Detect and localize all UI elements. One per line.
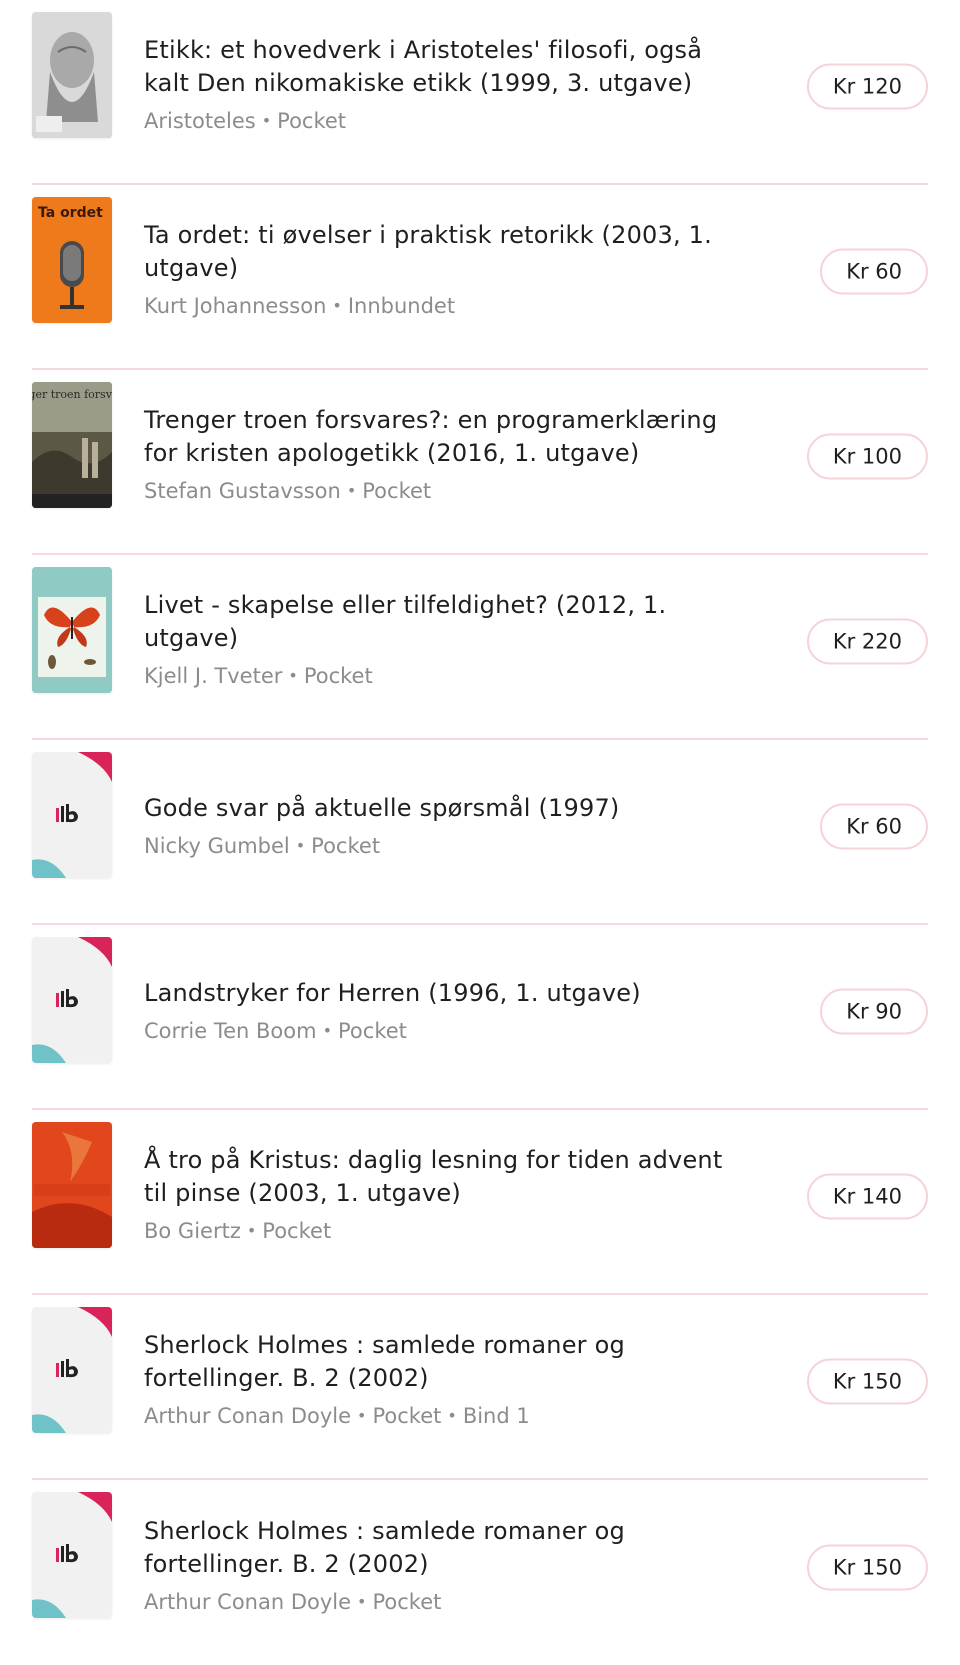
book-format: Innbundet xyxy=(347,293,456,318)
list-item[interactable]: Sherlock Holmes : samlede romaner og for… xyxy=(32,1480,928,1665)
book-author: Nicky Gumbel xyxy=(144,833,290,858)
placeholder-logo-icon xyxy=(32,1307,112,1433)
book-title[interactable]: Landstryker for Herren (1996, 1. utgave) xyxy=(144,977,744,1010)
list-item[interactable]: Etikk: et hovedverk i Aristoteles' filos… xyxy=(32,0,928,185)
list-item[interactable]: Sherlock Holmes : samlede romaner og for… xyxy=(32,1295,928,1480)
bullet-separator: • xyxy=(357,1591,367,1611)
placeholder-logo-icon xyxy=(32,1492,112,1618)
cover-title-text: Ta ordet xyxy=(38,205,103,221)
painting-icon: Trenger troen forsvares? xyxy=(32,382,112,508)
book-cover[interactable] xyxy=(32,937,112,1063)
book-meta: Bo Giertz • Pocket xyxy=(144,1215,744,1247)
book-info: Livet - skapelse eller tilfeldighet? (20… xyxy=(144,588,744,692)
book-format: Pocket xyxy=(262,1218,332,1243)
placeholder-logo-icon xyxy=(32,752,112,878)
book-meta: Kjell J. Tveter • Pocket xyxy=(144,660,744,692)
price-button[interactable]: Kr 220 xyxy=(806,617,928,664)
book-format: Pocket xyxy=(311,833,381,858)
book-author: Arthur Conan Doyle xyxy=(144,1403,352,1428)
book-title[interactable]: Ta ordet: ti øvelser i praktisk retorikk… xyxy=(144,218,744,284)
book-cover[interactable]: Trenger troen forsvares? xyxy=(32,382,112,508)
book-info: Sherlock Holmes : samlede romaner og for… xyxy=(144,1514,744,1618)
book-meta: Arthur Conan Doyle • Pocket • Bind 1 xyxy=(144,1400,744,1432)
red-painting-icon xyxy=(32,1122,112,1248)
book-title[interactable]: Trenger troen forsvares?: en programerkl… xyxy=(144,403,744,469)
book-list: Etikk: et hovedverk i Aristoteles' filos… xyxy=(0,0,960,1665)
book-info: Gode svar på aktuelle spørsmål (1997) Ni… xyxy=(144,792,744,863)
bullet-separator: • xyxy=(261,110,272,130)
book-author: Kjell J. Tveter xyxy=(144,663,283,688)
book-meta: Corrie Ten Boom • Pocket xyxy=(144,1016,744,1048)
placeholder-logo-icon xyxy=(32,937,112,1063)
book-meta: Nicky Gumbel • Pocket xyxy=(144,831,744,863)
price-button[interactable]: Kr 120 xyxy=(806,62,928,109)
price-button[interactable]: Kr 60 xyxy=(820,247,928,294)
book-cover[interactable] xyxy=(32,567,112,693)
book-title[interactable]: Sherlock Holmes : samlede romaner og for… xyxy=(144,1514,744,1580)
bullet-separator: • xyxy=(346,480,357,500)
book-meta: Stefan Gustavsson • Pocket xyxy=(144,475,744,507)
price-button[interactable]: Kr 100 xyxy=(806,432,928,479)
book-info: Trenger troen forsvares?: en programerkl… xyxy=(144,403,744,507)
book-volume: Bind 1 xyxy=(462,1403,530,1428)
price-button[interactable]: Kr 90 xyxy=(820,987,928,1034)
book-cover[interactable] xyxy=(32,1492,112,1618)
bullet-separator: • xyxy=(295,835,306,855)
book-info: Sherlock Holmes : samlede romaner og for… xyxy=(144,1328,744,1432)
book-meta: Arthur Conan Doyle • Pocket xyxy=(144,1586,744,1618)
butterfly-icon xyxy=(32,567,112,693)
book-cover[interactable] xyxy=(32,12,112,138)
book-cover[interactable] xyxy=(32,752,112,878)
list-item[interactable]: Å tro på Kristus: daglig lesning for tid… xyxy=(32,1110,928,1295)
book-title[interactable]: Gode svar på aktuelle spørsmål (1997) xyxy=(144,792,744,825)
list-item[interactable]: Gode svar på aktuelle spørsmål (1997) Ni… xyxy=(32,740,928,925)
book-cover[interactable]: Ta ordet xyxy=(32,197,112,323)
price-button[interactable]: Kr 150 xyxy=(806,1543,928,1590)
book-format: Pocket xyxy=(362,478,432,503)
list-item[interactable]: Landstryker for Herren (1996, 1. utgave)… xyxy=(32,925,928,1110)
list-item[interactable]: Ta ordet Ta ordet: ti øvelser i praktisk… xyxy=(32,185,928,370)
book-info: Å tro på Kristus: daglig lesning for tid… xyxy=(144,1143,744,1247)
book-cover[interactable] xyxy=(32,1122,112,1248)
book-meta: Kurt Johannesson • Innbundet xyxy=(144,290,744,322)
aristoteles-bust-icon xyxy=(32,12,112,138)
book-author: Corrie Ten Boom xyxy=(144,1018,317,1043)
book-author: Kurt Johannesson xyxy=(144,293,327,318)
cover-title-text: Trenger troen forsvares? xyxy=(32,388,112,401)
list-item[interactable]: Trenger troen forsvares? Trenger troen f… xyxy=(32,370,928,555)
bullet-separator: • xyxy=(288,665,298,685)
list-item[interactable]: Livet - skapelse eller tilfeldighet? (20… xyxy=(32,555,928,740)
book-author: Bo Giertz xyxy=(144,1218,241,1243)
book-title[interactable]: Livet - skapelse eller tilfeldighet? (20… xyxy=(144,588,744,654)
book-title[interactable]: Etikk: et hovedverk i Aristoteles' filos… xyxy=(144,33,744,99)
price-button[interactable]: Kr 60 xyxy=(820,802,928,849)
book-format: Pocket xyxy=(277,108,347,133)
price-button[interactable]: Kr 150 xyxy=(806,1357,928,1404)
bullet-separator: • xyxy=(322,1020,333,1040)
bullet-separator: • xyxy=(357,1405,367,1425)
bullet-separator: • xyxy=(447,1405,457,1425)
bullet-separator: • xyxy=(246,1220,257,1240)
bullet-separator: • xyxy=(332,295,342,315)
book-title[interactable]: Sherlock Holmes : samlede romaner og for… xyxy=(144,1328,744,1394)
book-format: Pocket xyxy=(303,663,373,688)
book-author: Stefan Gustavsson xyxy=(144,478,341,503)
book-author: Aristoteles xyxy=(144,108,256,133)
book-cover[interactable] xyxy=(32,1307,112,1433)
book-info: Etikk: et hovedverk i Aristoteles' filos… xyxy=(144,33,744,137)
price-button[interactable]: Kr 140 xyxy=(806,1172,928,1219)
book-format: Pocket xyxy=(372,1589,442,1614)
book-author: Arthur Conan Doyle xyxy=(144,1589,352,1614)
microphone-icon: Ta ordet xyxy=(32,197,112,323)
book-meta: Aristoteles • Pocket xyxy=(144,105,744,137)
book-format: Pocket xyxy=(338,1018,407,1043)
book-title[interactable]: Å tro på Kristus: daglig lesning for tid… xyxy=(144,1143,744,1209)
book-info: Ta ordet: ti øvelser i praktisk retorikk… xyxy=(144,218,744,322)
book-format: Pocket xyxy=(372,1403,442,1428)
book-info: Landstryker for Herren (1996, 1. utgave)… xyxy=(144,977,744,1048)
